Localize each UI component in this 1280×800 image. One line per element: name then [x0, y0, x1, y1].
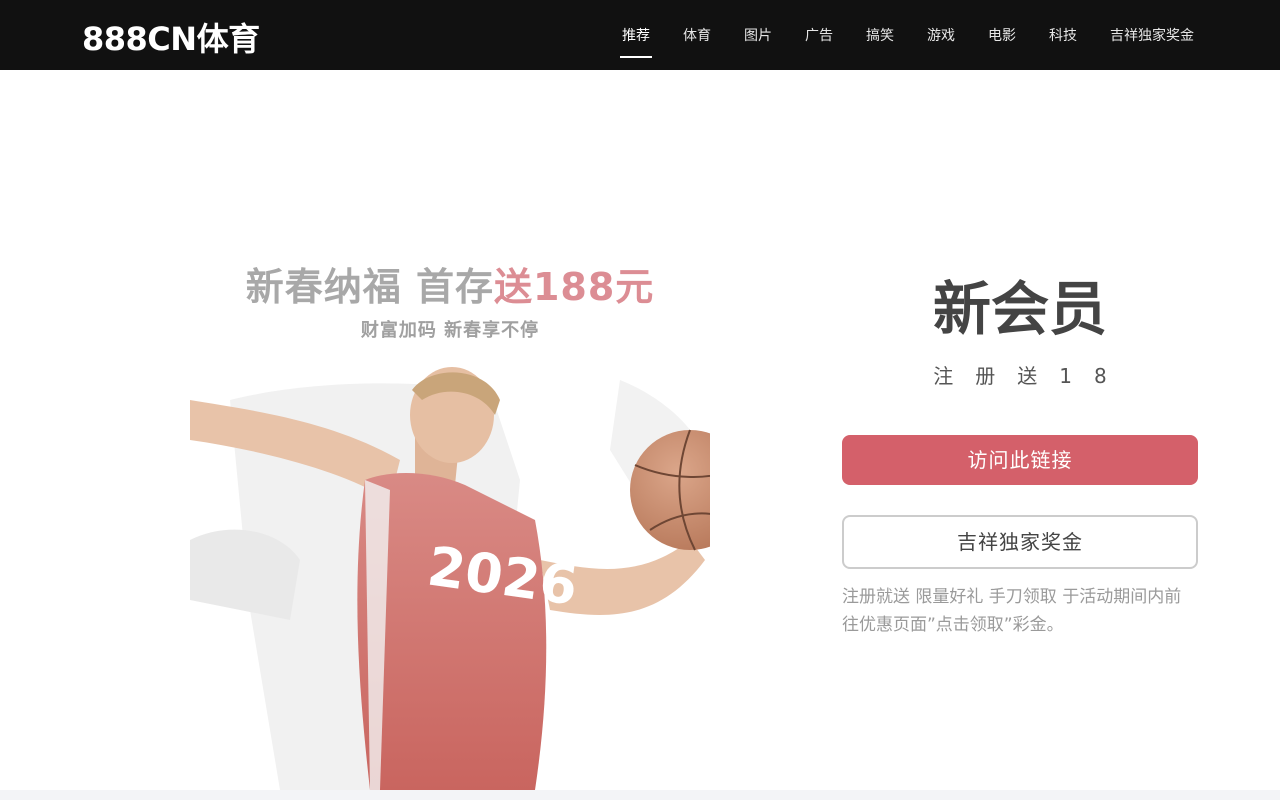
nav-item-tech[interactable]: 科技: [1047, 21, 1079, 49]
nav-item-funny[interactable]: 搞笑: [864, 21, 896, 49]
top-navbar: 888CN体育 推荐 体育 图片 广告 搞笑 游戏 电影 科技 吉祥独家奖金: [0, 0, 1280, 70]
nav-item-sports[interactable]: 体育: [681, 21, 713, 49]
nav-item-recommend[interactable]: 推荐: [620, 21, 652, 58]
promo-subheadline: 财富加码 新春享不停: [360, 320, 540, 341]
nav-item-bonus[interactable]: 吉祥独家奖金: [1108, 21, 1196, 49]
nav-item-images[interactable]: 图片: [742, 21, 774, 49]
site-logo[interactable]: 888CN体育: [82, 14, 260, 60]
promo-headline-text: 新春纳福 首存: [245, 265, 494, 309]
promo-banner[interactable]: 新春纳福 首存送188元 财富加码 新春享不停 2026: [190, 250, 710, 790]
nav-item-games[interactable]: 游戏: [925, 21, 957, 49]
signup-panel: 新会员 注册送18 访问此链接 吉祥独家奖金 注册就送 限量好礼 手刀领取 于活…: [842, 260, 1198, 639]
promo-headline: 新春纳福 首存送188元: [190, 256, 710, 311]
nav-item-ads[interactable]: 广告: [803, 21, 835, 49]
panel-title: 新会员: [932, 275, 1107, 343]
main-nav: 推荐 体育 图片 广告 搞笑 游戏 电影 科技 吉祥独家奖金: [620, 0, 1196, 70]
basketball-player-image: 2026: [190, 367, 710, 790]
page-footer-strip: [0, 790, 1280, 800]
promo-headline-highlight: 送188元: [493, 265, 655, 309]
exclusive-bonus-button[interactable]: 吉祥独家奖金: [842, 515, 1198, 569]
nav-item-movies[interactable]: 电影: [986, 21, 1018, 49]
promo-description: 注册就送 限量好礼 手刀领取 于活动期间内前往优惠页面”点击领取”彩金。: [842, 587, 1182, 635]
visit-link-button[interactable]: 访问此链接: [842, 435, 1198, 485]
panel-subtitle: 注册送18: [933, 364, 1129, 388]
